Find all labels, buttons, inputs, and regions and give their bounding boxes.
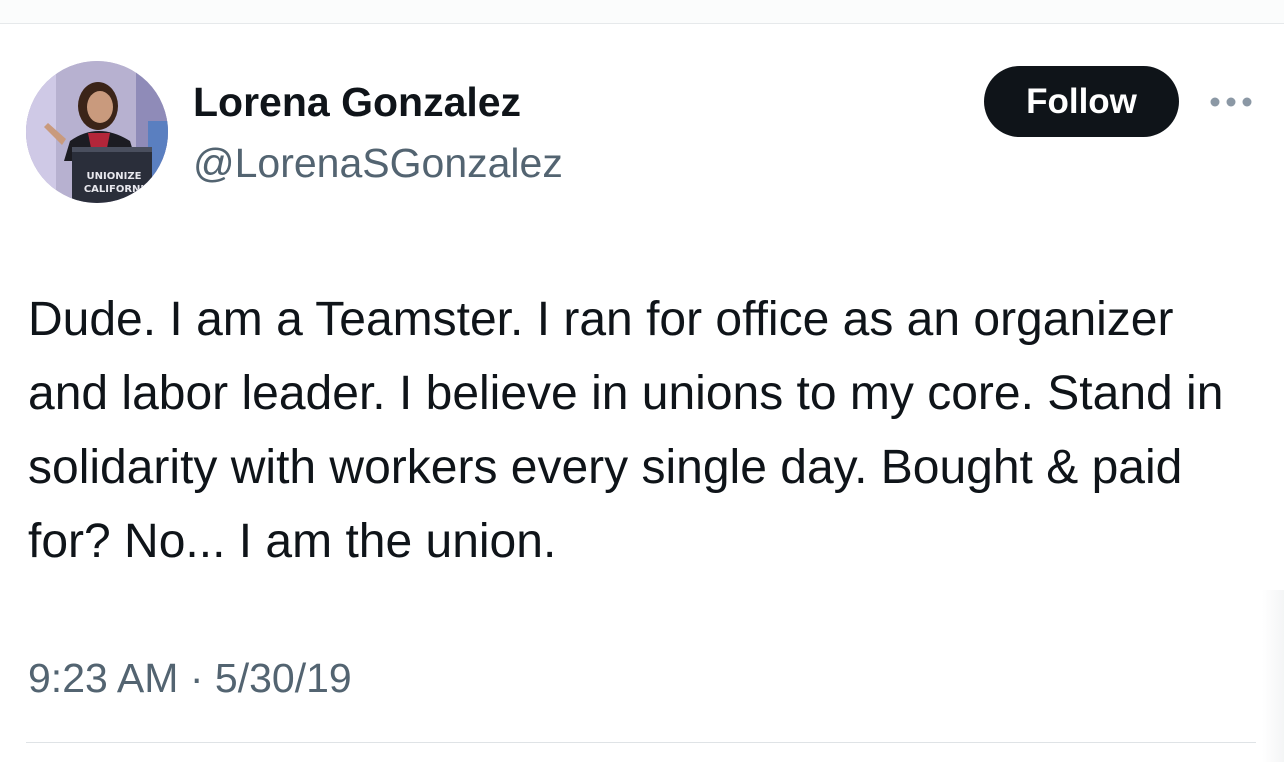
top-band bbox=[0, 0, 1284, 23]
author-handle[interactable]: @LorenaSGonzalez bbox=[193, 139, 563, 187]
tweet-date[interactable]: 5/30/19 bbox=[215, 655, 352, 701]
avatar-sign-line-2: CALIFORNI bbox=[84, 184, 144, 195]
bottom-divider bbox=[26, 742, 1256, 743]
meta-separator: · bbox=[189, 655, 204, 701]
author-name[interactable]: Lorena Gonzalez bbox=[193, 78, 521, 126]
tweet-text: Dude. I am a Teamster. I ran for office … bbox=[28, 293, 1224, 568]
more-options-button[interactable] bbox=[1208, 90, 1254, 114]
tweet-timestamp[interactable]: 9:23 AM · 5/30/19 bbox=[28, 652, 352, 704]
avatar-photo: UNIONIZE CALIFORNI bbox=[26, 61, 168, 203]
tweet-time[interactable]: 9:23 AM bbox=[28, 655, 178, 701]
scroll-edge bbox=[1262, 590, 1284, 762]
top-divider bbox=[0, 23, 1284, 24]
avatar-sign-line-1: UNIONIZE bbox=[87, 171, 142, 182]
more-horizontal-icon bbox=[1210, 97, 1252, 107]
follow-button[interactable]: Follow bbox=[984, 66, 1179, 137]
avatar[interactable]: UNIONIZE CALIFORNI bbox=[26, 61, 168, 203]
